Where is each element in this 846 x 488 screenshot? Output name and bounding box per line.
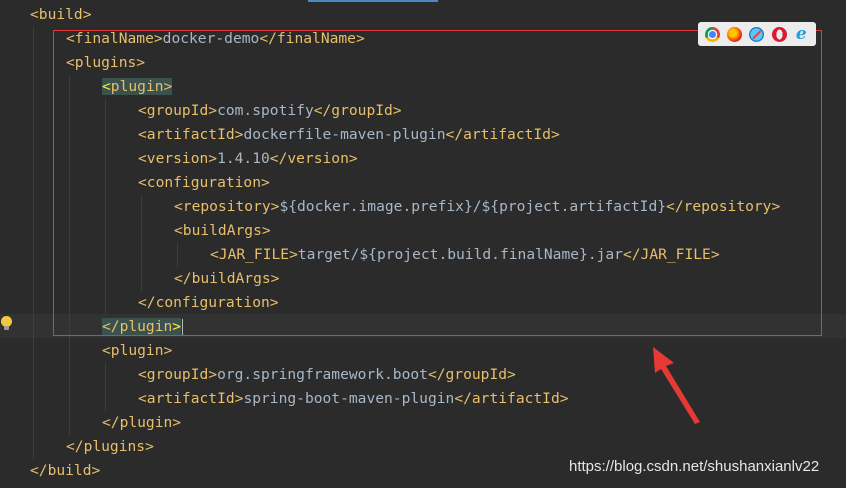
code-token: <groupId> — [138, 366, 218, 383]
code-token: </plugin> — [102, 414, 182, 431]
code-token: spring-boot-maven-plugin — [243, 390, 455, 407]
chrome-icon[interactable] — [705, 26, 721, 42]
code-line-plugin2-close[interactable]: </plugin> — [102, 411, 181, 435]
code-editor[interactable]: <build> <finalName>docker-demo</finalName… — [0, 0, 846, 488]
browser-preview-bar: e — [698, 22, 816, 46]
ie-icon[interactable]: e — [794, 25, 809, 42]
code-line-plugins-close[interactable]: </plugins> — [66, 435, 154, 459]
code-token: </plugins> — [66, 438, 154, 455]
indent-guide — [105, 363, 106, 411]
code-token: </groupId> — [427, 366, 516, 383]
code-token: org.springframework.boot — [217, 366, 428, 383]
code-token: <build> — [30, 6, 92, 23]
opera-icon[interactable] — [771, 26, 787, 42]
code-line-build-open[interactable]: <build> — [30, 3, 92, 27]
firefox-icon[interactable] — [727, 26, 743, 42]
code-line-groupid2[interactable]: <groupId>org.springframework.boot</group… — [138, 363, 516, 387]
annotation-arrow-icon — [653, 347, 700, 424]
tab-indicator — [308, 0, 438, 2]
code-line-plugin2-open[interactable]: <plugin> — [102, 339, 172, 363]
watermark: https://blog.csdn.net/shushanxianlv22 — [569, 458, 820, 475]
code-token: </build> — [30, 462, 101, 479]
annotation-box — [53, 30, 822, 336]
safari-icon[interactable] — [749, 26, 765, 42]
code-token: <plugin> — [102, 342, 173, 359]
code-line-artifactid2[interactable]: <artifactId>spring-boot-maven-plugin</ar… — [138, 387, 569, 411]
code-token: </artifactId> — [454, 390, 569, 407]
code-token: <artifactId> — [138, 390, 244, 407]
indent-guide — [33, 27, 34, 459]
code-line-build-close[interactable]: </build> — [30, 459, 100, 483]
lightbulb-icon[interactable] — [1, 316, 12, 330]
